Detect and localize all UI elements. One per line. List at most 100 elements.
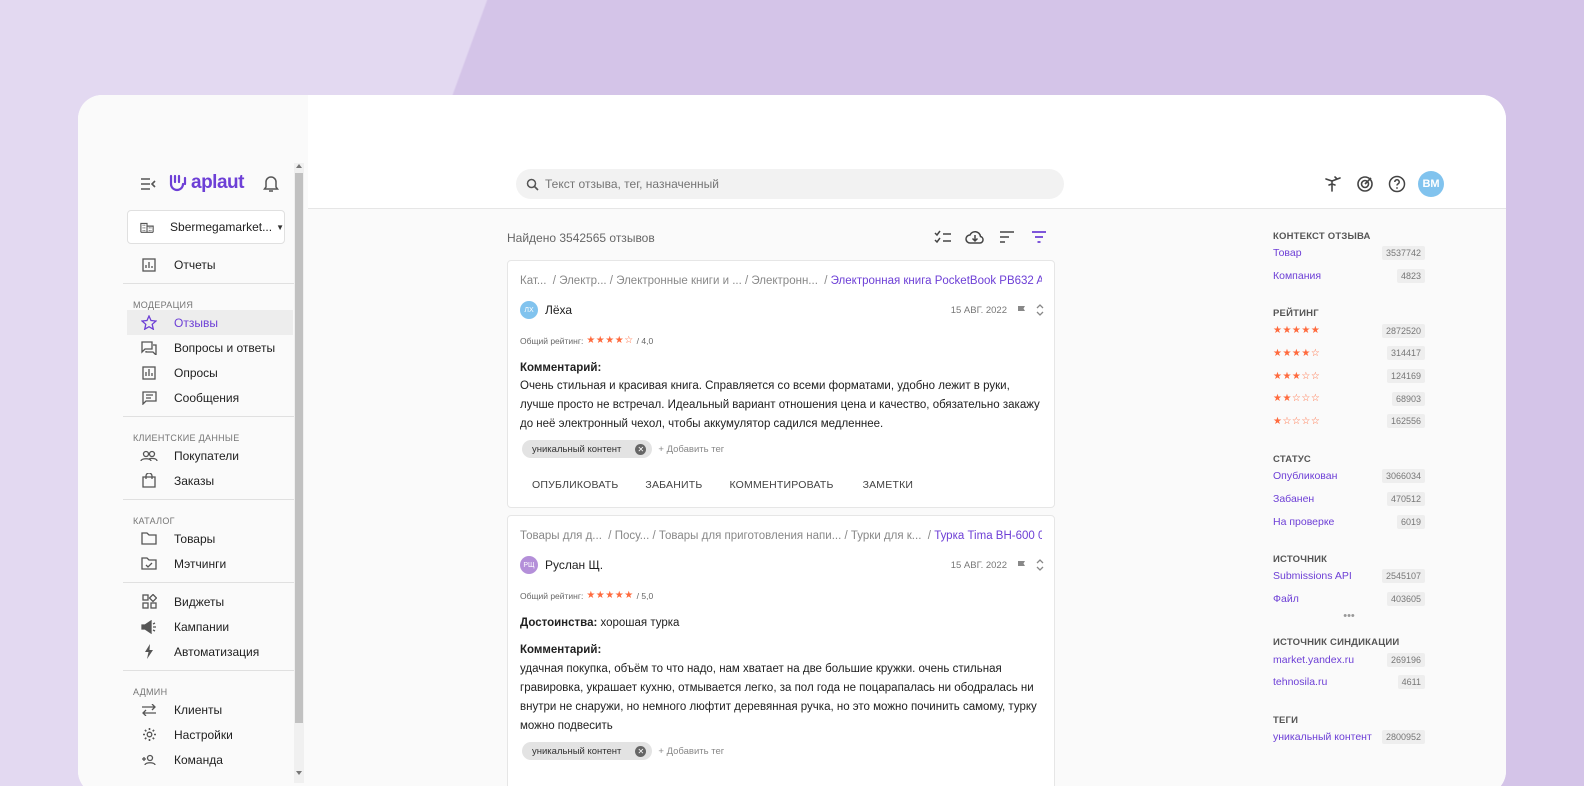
filter-icon[interactable] [1029, 227, 1049, 247]
scrollbar-thumb[interactable] [295, 173, 303, 723]
app-window: aplaut Sbermegamarket... ▼ Отчеты МОДЕРА… [78, 95, 1506, 786]
author-avatar: РЩ [520, 556, 538, 574]
logo[interactable]: aplaut [168, 172, 244, 194]
logo-icon [169, 174, 187, 192]
expand-icon[interactable] [1036, 558, 1044, 572]
scroll-down-icon[interactable] [296, 771, 302, 775]
remove-tag-icon[interactable]: ✕ [635, 443, 647, 455]
breadcrumb-item[interactable]: Электронн... [751, 275, 818, 287]
sidebar-item-automation[interactable]: Автоматизация [127, 639, 293, 664]
chevron-down-icon: ▼ [276, 222, 284, 232]
flag-icon[interactable] [1017, 560, 1026, 570]
target-icon[interactable] [1354, 173, 1376, 195]
filter-option[interactable]: ★★★☆☆ 124169 [1273, 365, 1425, 388]
breadcrumb-item[interactable]: Товары для д... [520, 530, 602, 542]
filter-option[interactable]: ★★☆☆☆ 68903 [1273, 387, 1425, 410]
filter-count: 314417 [1386, 346, 1425, 361]
company-name: Sbermegamarket... [170, 220, 273, 234]
sidebar-item-questions[interactable]: Вопросы и ответы [127, 335, 293, 360]
filter-option[interactable]: Файл 403605 [1273, 588, 1425, 611]
sidebar-item-label: Настройки [174, 727, 233, 742]
filter-label: На проверке [1273, 515, 1335, 528]
add-tag-button[interactable]: + Добавить тег [658, 444, 724, 455]
show-more-button[interactable]: ••• [1273, 610, 1425, 630]
filter-option[interactable]: Компания 4823 [1273, 265, 1425, 288]
filter-option[interactable]: уникальный контент 2800952 [1273, 726, 1425, 749]
rating-stars: ★★★★★ [586, 590, 634, 601]
sidebar-item-reviews[interactable]: Отзывы [127, 310, 293, 335]
add-tag-button[interactable]: + Добавить тег [658, 746, 724, 757]
comment-button[interactable]: КОММЕНТИРОВАТЬ [714, 479, 845, 491]
search-icon [526, 178, 539, 191]
sidebar-item-customers[interactable]: Покупатели [127, 443, 293, 468]
filter-option[interactable]: Submissions API 2545107 [1273, 565, 1425, 588]
breadcrumb-item[interactable]: Кат... [520, 275, 546, 287]
cloud-download-icon[interactable] [965, 227, 985, 247]
sidebar-item-orders[interactable]: Заказы [127, 468, 293, 493]
notes-button[interactable]: ЗАМЕТКИ [846, 479, 926, 491]
search-box[interactable] [516, 169, 1064, 199]
help-icon[interactable] [1386, 173, 1408, 195]
remove-tag-icon[interactable]: ✕ [635, 745, 647, 757]
sidebar-item-label: Мэтчинги [174, 556, 227, 571]
sidebar-item-surveys[interactable]: Опросы [127, 360, 293, 385]
sidebar-item-team[interactable]: Команда [127, 747, 293, 772]
breadcrumb: Кат... / Электр... / Электронные книги и… [520, 275, 1042, 287]
tag-chip[interactable]: уникальный контент ✕ [522, 440, 653, 458]
breadcrumb: Товары для д... / Посу... / Товары для п… [520, 530, 1042, 542]
filter-option[interactable]: market.yandex.ru 269196 [1273, 648, 1425, 671]
filter-option[interactable]: ★☆☆☆☆ 162556 [1273, 410, 1425, 433]
megaphone-icon [140, 619, 158, 635]
sidebar-item-settings[interactable]: Настройки [127, 722, 293, 747]
filter-option[interactable]: tehnosila.ru 4611 [1273, 671, 1425, 694]
tag-chip[interactable]: уникальный контент ✕ [522, 742, 653, 760]
filter-count: 470512 [1386, 491, 1425, 506]
sidebar: aplaut Sbermegamarket... ▼ Отчеты МОДЕРА… [78, 95, 308, 786]
chat-icon [140, 340, 158, 356]
product-link[interactable]: Электронная книга PocketBook PB632 Aqua [831, 275, 1042, 287]
divider [123, 499, 297, 500]
filter-count: 162556 [1386, 414, 1425, 429]
breadcrumb-item[interactable]: Электронные книги и ... [616, 275, 742, 287]
filter-option[interactable]: Забанен 470512 [1273, 488, 1425, 511]
review-comment: удачная покупка, объём то что надо, нам … [520, 663, 1037, 732]
publish-button[interactable]: ОПУБЛИКОВАТЬ [520, 479, 630, 491]
filter-label: market.yandex.ru [1273, 653, 1355, 666]
sidebar-item-widgets[interactable]: Виджеты [127, 589, 293, 614]
product-link[interactable]: Турка Tima BH-600 0.6 л [934, 530, 1042, 542]
filter-option[interactable]: ★★★★★ 2872520 [1273, 319, 1425, 342]
filter-label: уникальный контент [1273, 730, 1372, 743]
sidebar-item-label: Отзывы [174, 315, 218, 330]
sidebar-item-campaigns[interactable]: Кампании [127, 614, 293, 639]
filter-option[interactable]: Опубликован 3066034 [1273, 465, 1425, 488]
review-comment: Очень стильная и красивая книга. Справля… [520, 380, 1040, 430]
notifications-bell-icon[interactable] [263, 175, 279, 193]
sidebar-item-label: Опросы [174, 365, 218, 380]
filter-option[interactable]: ★★★★☆ 314417 [1273, 342, 1425, 365]
sidebar-item-products[interactable]: Товары [127, 526, 293, 551]
flag-icon[interactable] [1017, 305, 1026, 315]
sidebar-item-clients[interactable]: Клиенты [127, 697, 293, 722]
feature-icon[interactable] [1322, 173, 1344, 195]
scroll-up-icon[interactable] [296, 164, 302, 168]
sidebar-item-matchings[interactable]: Мэтчинги [127, 551, 293, 576]
breadcrumb-item[interactable]: Посу... [615, 530, 650, 542]
sort-icon[interactable] [997, 227, 1017, 247]
breadcrumb-item[interactable]: Турки для к... [851, 530, 922, 542]
user-avatar[interactable]: ВМ [1418, 171, 1444, 197]
company-selector[interactable]: Sbermegamarket... ▼ [127, 210, 285, 244]
expand-icon[interactable] [1036, 303, 1044, 317]
search-input[interactable] [545, 177, 1025, 191]
breadcrumb-item[interactable]: Электр... [559, 275, 606, 287]
swap-arrows-icon [140, 702, 158, 718]
sidebar-item-messages[interactable]: Сообщения [127, 385, 293, 410]
sidebar-item-reports[interactable]: Отчеты [127, 252, 293, 277]
sidebar-scrollbar[interactable] [294, 163, 304, 783]
menu-collapse-icon[interactable] [140, 177, 156, 191]
filter-option[interactable]: На проверке 6019 [1273, 510, 1425, 533]
checklist-icon[interactable] [933, 227, 953, 247]
breadcrumb-item[interactable]: Товары для приготовления напи... [659, 530, 841, 542]
filter-option[interactable]: Товар 3537742 [1273, 242, 1425, 265]
filter-section-title: ИСТОЧНИК СИНДИКАЦИИ [1273, 637, 1400, 649]
ban-button[interactable]: ЗАБАНИТЬ [630, 479, 714, 491]
